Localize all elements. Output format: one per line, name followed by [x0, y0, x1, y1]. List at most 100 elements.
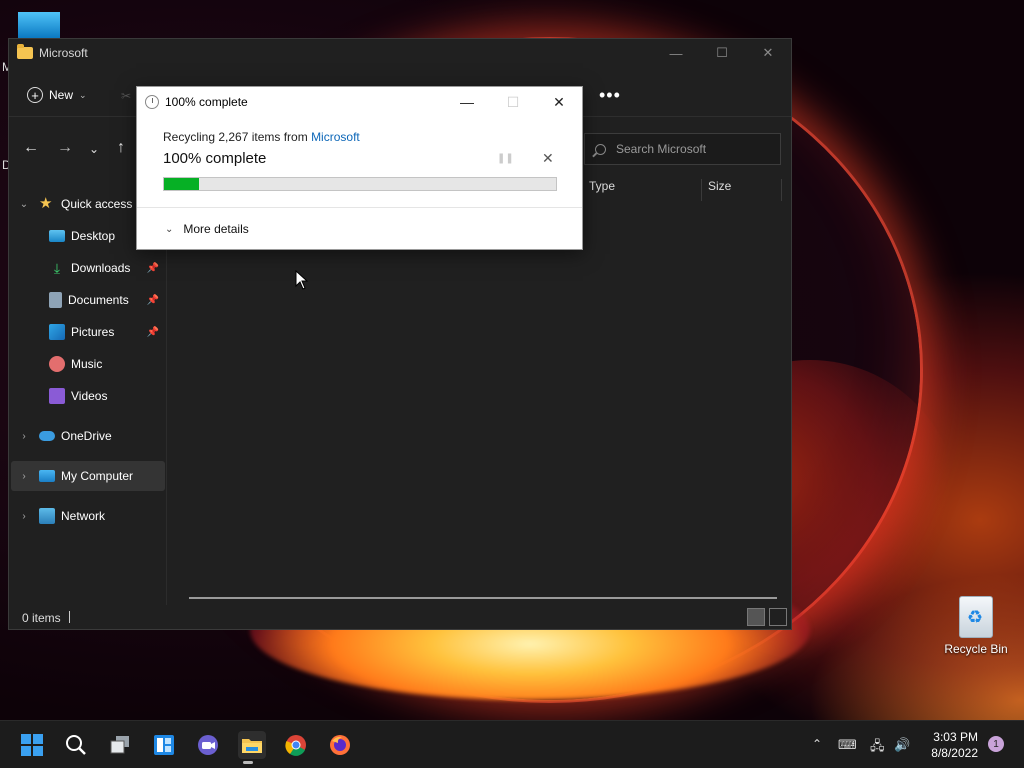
- sidebar-item-music[interactable]: Music: [11, 349, 165, 379]
- task-view-icon[interactable]: [106, 731, 134, 759]
- start-icon[interactable]: [18, 731, 46, 759]
- sidebar-item-label: OneDrive: [61, 429, 112, 443]
- operation-description: Recycling 2,267 items from Microsoft: [163, 130, 360, 144]
- dialog-divider: [137, 207, 582, 208]
- close-button[interactable]: ✕: [745, 39, 791, 67]
- status-bar: 0 items: [9, 607, 791, 629]
- star-icon: ★: [39, 195, 53, 212]
- more-details-toggle[interactable]: ⌄ More details: [165, 222, 249, 236]
- chevron-right-icon[interactable]: ›: [17, 471, 31, 482]
- volume-icon[interactable]: 🔊: [894, 737, 910, 753]
- widgets-icon[interactable]: [150, 731, 178, 759]
- desktop-shortcut-icon[interactable]: [18, 12, 60, 38]
- sidebar-item-label: Documents: [68, 293, 129, 307]
- column-header-type[interactable]: Type: [587, 179, 701, 201]
- progress-bar-fill: [164, 178, 200, 190]
- recycle-progress-dialog: 100% complete — ☐ ✕ Recycling 2,267 item…: [136, 86, 583, 250]
- network-icon: [39, 508, 55, 524]
- column-headers: Type Size: [587, 179, 788, 201]
- chevron-right-icon[interactable]: ›: [17, 431, 31, 442]
- sidebar-item-label: Quick access: [61, 197, 133, 211]
- chevron-right-icon[interactable]: ›: [17, 511, 31, 522]
- chrome-icon[interactable]: [282, 731, 310, 759]
- chat-icon[interactable]: [194, 731, 222, 759]
- minimize-button[interactable]: —: [653, 39, 699, 67]
- sidebar-item-pictures[interactable]: Pictures 📌: [11, 317, 165, 347]
- sidebar-item-label: Videos: [71, 389, 108, 403]
- dialog-window-controls: — ☐ ✕: [444, 87, 582, 117]
- search-icon[interactable]: [62, 731, 90, 759]
- notification-badge[interactable]: 1: [988, 736, 1004, 752]
- progress-bar: [163, 177, 557, 191]
- music-icon: [49, 356, 65, 372]
- sidebar-item-label: Pictures: [71, 325, 115, 339]
- sidebar-item-documents[interactable]: Documents 📌: [11, 285, 165, 315]
- sidebar-item-my-computer[interactable]: › My Computer: [11, 461, 165, 491]
- horizontal-scrollbar[interactable]: [189, 597, 777, 599]
- folder-icon: [17, 44, 33, 59]
- sidebar-item-network[interactable]: › Network: [11, 501, 165, 531]
- new-button[interactable]: + New ⌄: [27, 87, 87, 103]
- window-controls: — ☐ ✕: [653, 39, 791, 67]
- clock-icon: [145, 95, 159, 109]
- back-arrow-icon[interactable]: ←: [23, 139, 39, 157]
- chevron-down-icon[interactable]: ⌄: [17, 199, 31, 210]
- pictures-icon: [49, 324, 65, 340]
- pin-icon[interactable]: 📌: [147, 327, 159, 338]
- sidebar-item-label: Music: [71, 357, 103, 371]
- details-view-icon[interactable]: [747, 608, 765, 626]
- scissors-icon[interactable]: ✂: [121, 89, 131, 103]
- dialog-title: 100% complete: [165, 95, 248, 109]
- maximize-button[interactable]: ☐: [699, 39, 745, 67]
- chevron-down-icon: ⌄: [165, 223, 174, 235]
- dialog-minimize-button[interactable]: —: [444, 87, 490, 117]
- sidebar-item-onedrive[interactable]: › OneDrive: [11, 421, 165, 451]
- clock-time: 3:03 PM: [933, 730, 978, 744]
- firefox-icon[interactable]: [326, 731, 354, 759]
- source-folder-link[interactable]: Microsoft: [311, 130, 360, 144]
- keyboard-icon[interactable]: ⌨: [838, 737, 857, 753]
- cancel-icon[interactable]: ✕: [542, 150, 554, 167]
- large-icons-view-icon[interactable]: [769, 608, 787, 626]
- sidebar-item-label: Downloads: [71, 261, 131, 275]
- pause-icon[interactable]: ❚❚: [497, 153, 514, 164]
- search-icon: [595, 143, 606, 155]
- sidebar-item-label: My Computer: [61, 469, 134, 483]
- document-icon: [49, 292, 62, 308]
- recycle-bin-icon: [959, 596, 993, 638]
- dialog-maximize-button: ☐: [506, 93, 520, 110]
- sidebar-item-videos[interactable]: Videos: [11, 381, 165, 411]
- recent-locations-chevron-icon[interactable]: ⌄: [89, 142, 99, 156]
- sidebar-item-label: Network: [61, 509, 106, 523]
- plus-icon: +: [27, 87, 43, 103]
- operation-text: Recycling 2,267 items from: [163, 130, 312, 144]
- window-title: Microsoft: [39, 46, 88, 60]
- pin-icon[interactable]: 📌: [147, 295, 159, 306]
- search-input[interactable]: [616, 142, 766, 156]
- show-hidden-icons-chevron-icon[interactable]: ⌃: [812, 737, 822, 751]
- more-details-label: More details: [183, 222, 249, 236]
- column-divider[interactable]: [781, 179, 788, 201]
- videos-icon: [49, 388, 65, 404]
- network-status-icon[interactable]: 🖧: [870, 737, 885, 759]
- sidebar-item-downloads[interactable]: ⤓ Downloads 📌: [11, 253, 165, 283]
- cloud-icon: [39, 431, 55, 441]
- chevron-down-icon: ⌄: [79, 89, 87, 100]
- recycle-bin-label: Recycle Bin: [944, 642, 1008, 656]
- taskbar: ⌃ ⌨ 🖧 🔊 3:03 PM 8/8/2022 1: [0, 720, 1024, 768]
- status-divider: [69, 611, 70, 623]
- dialog-title-bar[interactable]: 100% complete: [145, 95, 248, 109]
- search-box[interactable]: [584, 133, 781, 165]
- up-arrow-icon[interactable]: ↑: [117, 139, 125, 157]
- column-header-size[interactable]: Size: [701, 179, 781, 201]
- recycle-bin-shortcut[interactable]: Recycle Bin: [940, 596, 1012, 656]
- system-clock[interactable]: 3:03 PM 8/8/2022: [922, 729, 978, 761]
- download-icon: ⤓: [53, 260, 61, 276]
- active-app-indicator: [243, 761, 253, 764]
- see-more-button[interactable]: •••: [599, 85, 621, 106]
- file-explorer-icon[interactable]: [238, 731, 266, 759]
- pin-icon[interactable]: 📌: [147, 263, 159, 274]
- forward-arrow-icon[interactable]: →: [57, 139, 73, 157]
- dialog-close-button[interactable]: ✕: [536, 87, 582, 117]
- desktop-icon: [49, 230, 65, 242]
